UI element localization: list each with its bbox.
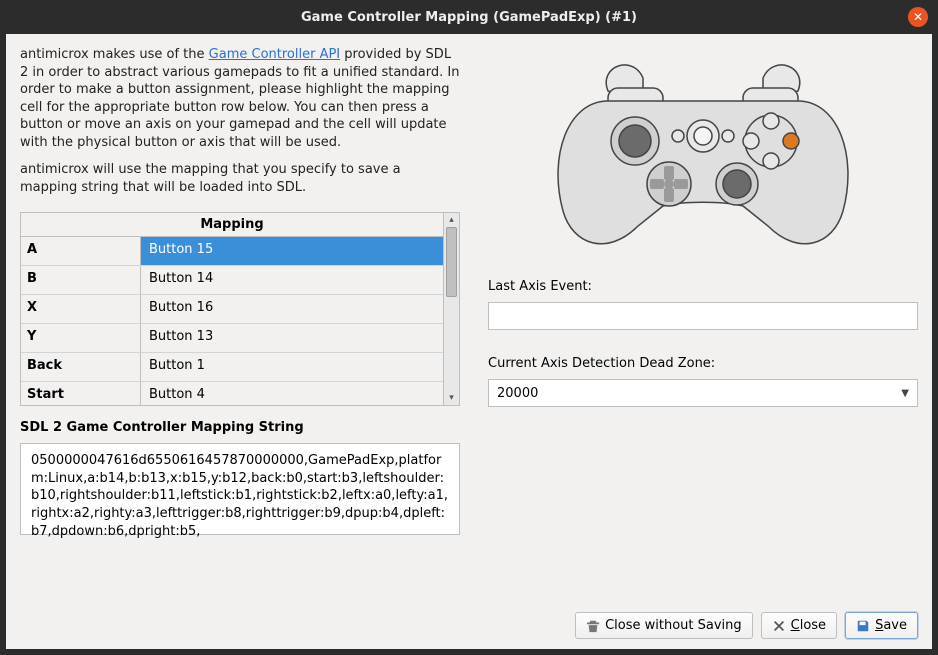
deadzone-label: Current Axis Detection Dead Zone: xyxy=(488,356,918,371)
controller-image xyxy=(538,46,868,261)
close-label: Close xyxy=(791,618,826,633)
row-label: Start xyxy=(21,382,141,405)
chevron-down-icon: ▼ xyxy=(901,388,909,399)
row-mapping[interactable]: Button 4 xyxy=(141,382,443,405)
button-bar: Close without Saving Close Save xyxy=(20,612,918,639)
row-mapping[interactable]: Button 13 xyxy=(141,324,443,352)
close-without-saving-button[interactable]: Close without Saving xyxy=(575,612,753,639)
x-icon xyxy=(772,619,786,633)
row-mapping[interactable]: Button 15 xyxy=(141,237,443,265)
intro-text: antimicrox makes use of the Game Control… xyxy=(20,46,460,206)
close-button[interactable]: Close xyxy=(761,612,837,639)
titlebar: Game Controller Mapping (GamePadExp) (#1… xyxy=(0,0,938,34)
mapping-string-box[interactable]: 0500000047616d6550616457870000000,GamePa… xyxy=(20,443,460,535)
save-button[interactable]: Save xyxy=(845,612,918,639)
table-row[interactable]: YButton 13 xyxy=(21,324,443,353)
table-row[interactable]: AButton 15 xyxy=(21,237,443,266)
row-mapping[interactable]: Button 14 xyxy=(141,266,443,294)
deadzone-value: 20000 xyxy=(497,386,538,401)
row-label: X xyxy=(21,295,141,323)
save-label: Save xyxy=(875,618,907,633)
last-axis-input[interactable] xyxy=(488,302,918,330)
scroll-down-icon[interactable]: ▾ xyxy=(444,391,459,405)
row-mapping[interactable]: Button 1 xyxy=(141,353,443,381)
game-controller-api-link[interactable]: Game Controller API xyxy=(209,47,340,62)
save-icon xyxy=(856,619,870,633)
row-label: Back xyxy=(21,353,141,381)
mapping-table: Mapping AButton 15BButton 14XButton 16YB… xyxy=(20,212,460,406)
close-without-saving-label: Close without Saving xyxy=(605,618,742,633)
scroll-thumb[interactable] xyxy=(446,227,457,297)
row-label: Y xyxy=(21,324,141,352)
window-title: Game Controller Mapping (GamePadExp) (#1… xyxy=(301,10,637,25)
scroll-up-icon[interactable]: ▴ xyxy=(444,213,459,227)
row-label: A xyxy=(21,237,141,265)
row-mapping[interactable]: Button 16 xyxy=(141,295,443,323)
mapping-table-header: Mapping xyxy=(21,213,443,237)
table-row[interactable]: XButton 16 xyxy=(21,295,443,324)
table-row[interactable]: BButton 14 xyxy=(21,266,443,295)
window-close-button[interactable]: ✕ xyxy=(908,7,928,27)
deadzone-combo[interactable]: 20000 ▼ xyxy=(488,379,918,407)
row-label: B xyxy=(21,266,141,294)
trash-icon xyxy=(586,619,600,633)
table-row[interactable]: BackButton 1 xyxy=(21,353,443,382)
last-axis-label: Last Axis Event: xyxy=(488,279,918,294)
dialog-body: antimicrox makes use of the Game Control… xyxy=(6,34,932,649)
table-row[interactable]: StartButton 4 xyxy=(21,382,443,405)
mapping-string-label: SDL 2 Game Controller Mapping String xyxy=(20,420,460,435)
close-icon: ✕ xyxy=(913,10,923,24)
table-scrollbar[interactable]: ▴ ▾ xyxy=(443,213,459,405)
